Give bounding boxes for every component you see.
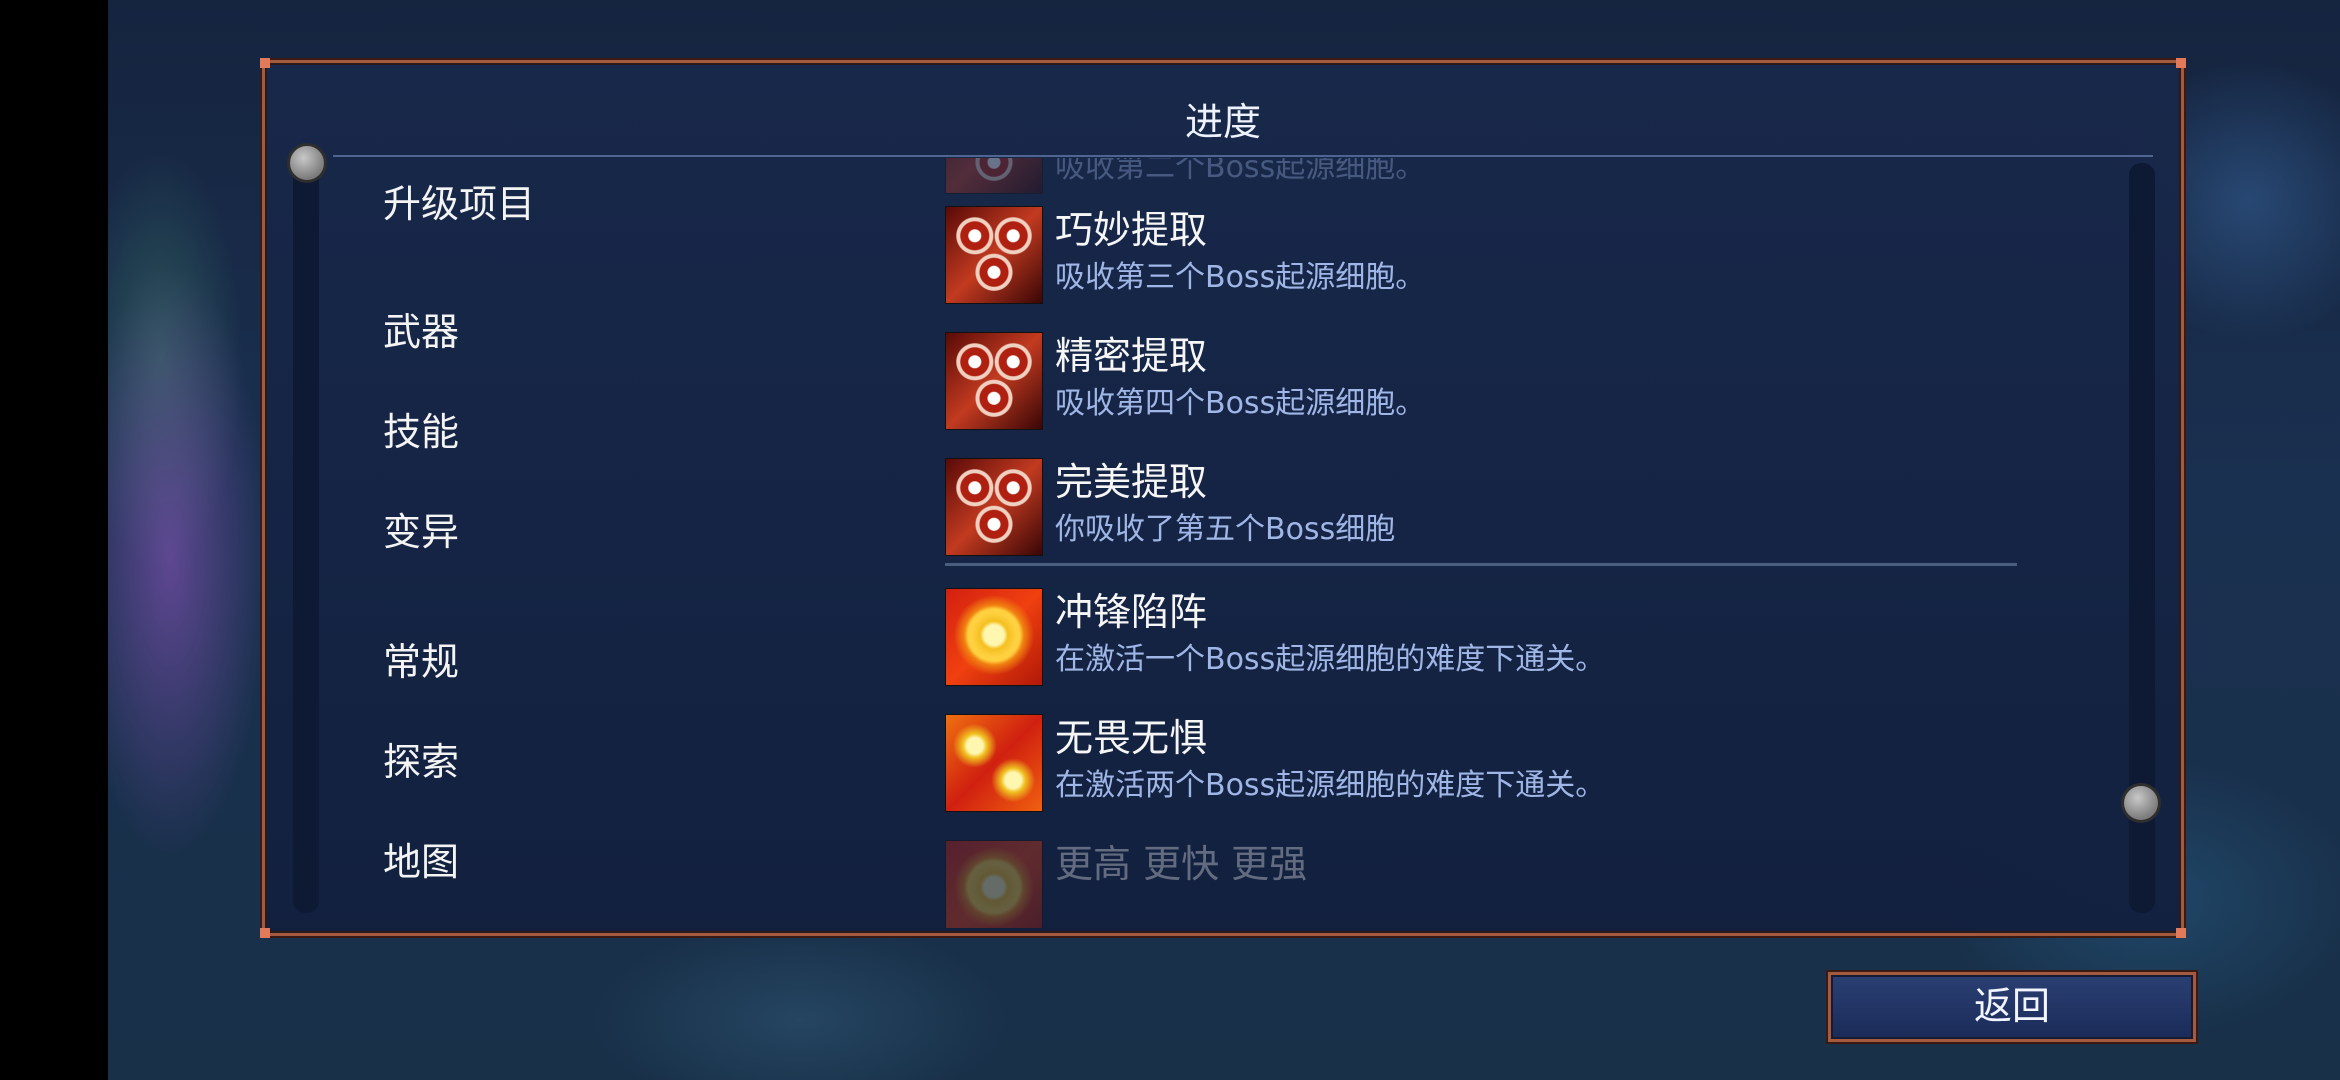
title-divider — [333, 155, 2153, 157]
panel-corner — [2176, 928, 2186, 938]
achievement-item[interactable]: 无畏无惧 在激活两个Boss起源细胞的难度下通关。 — [945, 714, 2095, 814]
category-scrollbar[interactable] — [293, 163, 319, 913]
achievement-item-partial: 更高 更快 更强 — [945, 840, 2095, 928]
achievement-desc: 在激活一个Boss起源细胞的难度下通关。 — [1055, 642, 1606, 677]
achievement-title: 精密提取 — [1055, 334, 1208, 378]
section-divider — [945, 563, 2017, 566]
boss-cell-gears-2-icon — [945, 158, 1043, 194]
category-scroll-knob[interactable] — [287, 143, 327, 183]
achievement-item[interactable]: 巧妙提取 吸收第三个Boss起源细胞。 — [945, 206, 2095, 306]
boss-cell-flame-2-icon — [945, 714, 1043, 812]
category-mutations[interactable]: 变异 — [383, 501, 459, 556]
category-weapons[interactable]: 武器 — [383, 301, 459, 356]
category-map[interactable]: 地图 — [383, 831, 459, 886]
achievement-title: 巧妙提取 — [1055, 208, 1208, 252]
boss-cell-gears-3-icon — [945, 206, 1043, 304]
achievement-item[interactable]: 完美提取 你吸收了第五个Boss细胞 — [945, 458, 2095, 558]
achievement-title: 无畏无惧 — [1055, 716, 1208, 760]
panel-title: 进度 — [1184, 100, 1261, 144]
boss-cell-flame-1-icon — [945, 588, 1043, 686]
achievement-item[interactable]: 精密提取 吸收第四个Boss起源细胞。 — [945, 332, 2095, 432]
boss-cell-gears-4-icon — [945, 332, 1043, 430]
category-skills[interactable]: 技能 — [383, 401, 459, 456]
boss-cell-flame-3-icon — [945, 840, 1043, 928]
panel-corner — [260, 58, 270, 68]
achievement-desc: 吸收第四个Boss起源细胞。 — [1055, 386, 1426, 421]
achievement-list[interactable]: 吸收第二个Boss起源细胞。 巧妙提取 吸收第三个Boss起源细胞。 精密提取 … — [945, 158, 2165, 928]
achievement-title: 完美提取 — [1055, 460, 1208, 504]
boss-cell-gears-5-icon — [945, 458, 1043, 556]
achievement-desc: 吸收第二个Boss起源细胞。 — [1055, 158, 1426, 185]
achievement-desc: 吸收第三个Boss起源细胞。 — [1055, 260, 1426, 295]
achievement-desc: 在激活两个Boss起源细胞的难度下通关。 — [1055, 768, 1606, 803]
achievement-desc: 你吸收了第五个Boss细胞 — [1055, 512, 1396, 547]
panel-corner — [260, 928, 270, 938]
achievement-title: 冲锋陷阵 — [1055, 590, 1208, 634]
progress-panel: 进度 升级项目 武器 技能 变异 常规 探索 地图 吸收第二个Boss起源细胞。… — [260, 58, 2186, 938]
achievement-title: 更高 更快 更强 — [1055, 842, 1308, 886]
achievement-item-partial: 吸收第二个Boss起源细胞。 — [945, 158, 2095, 196]
panel-corner — [2176, 58, 2186, 68]
screen-edge-bar — [0, 0, 108, 1080]
category-upgrades[interactable]: 升级项目 — [383, 173, 535, 228]
back-button[interactable]: 返回 — [1828, 972, 2196, 1042]
achievement-item[interactable]: 冲锋陷阵 在激活一个Boss起源细胞的难度下通关。 — [945, 588, 2095, 688]
list-scroll-knob[interactable] — [2121, 783, 2161, 823]
category-general[interactable]: 常规 — [383, 631, 459, 686]
category-exploration[interactable]: 探索 — [383, 731, 459, 786]
